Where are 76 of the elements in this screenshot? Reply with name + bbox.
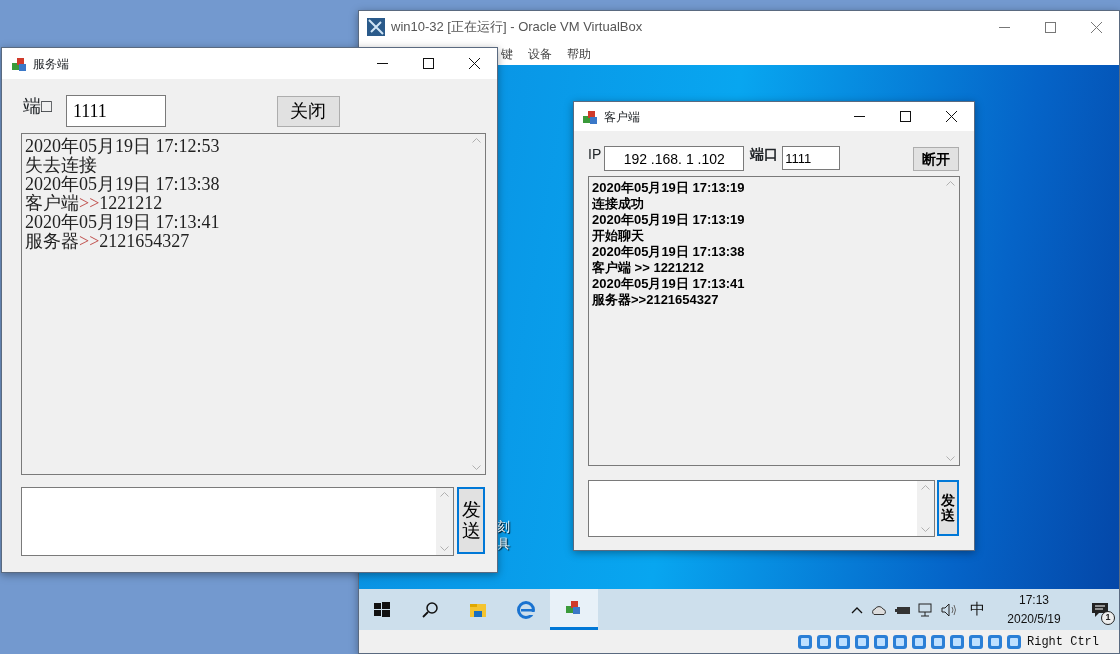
port-label: 端口 — [750, 146, 779, 162]
ip-field[interactable]: 192 .168. 1 .102 — [604, 146, 745, 171]
log-line: 连接成功 — [592, 196, 645, 212]
status-icon[interactable] — [968, 633, 984, 650]
volume-icon[interactable] — [941, 602, 959, 617]
scroll-up-icon[interactable] — [946, 181, 955, 186]
log-line: 服务器>>2121654327 — [592, 292, 720, 308]
scrollbar[interactable] — [917, 481, 934, 536]
status-icon[interactable] — [911, 633, 927, 650]
status-icon[interactable] — [892, 633, 908, 650]
network-icon[interactable] — [918, 602, 934, 617]
notification-icon[interactable] — [1091, 600, 1109, 619]
log-line: 开始聊天 — [592, 228, 645, 244]
scrollbar[interactable] — [436, 488, 453, 555]
status-icon[interactable] — [987, 633, 1003, 650]
host-key-label: Right Ctrl — [1027, 633, 1099, 651]
disconnect-button[interactable]: 断开 — [913, 147, 959, 171]
notification-count: 1 — [1101, 610, 1115, 625]
log-line: 服务器>>2121654327 — [25, 232, 191, 251]
ime-indicator[interactable]: 中 — [970, 598, 985, 621]
clock-date: 2020/5/19 — [1007, 610, 1061, 628]
window-title: win10-32 [正在运行] - Oracle VM VirtualBox — [391, 18, 644, 37]
log-line: 失去连接 — [25, 156, 98, 175]
status-icon[interactable] — [873, 633, 889, 650]
window-title: 服务端 — [33, 55, 70, 73]
log-line: 2020年05月19日 17:13:19 — [592, 212, 746, 228]
menu-item[interactable]: 帮助 — [567, 45, 591, 63]
port-label: 端□ — [23, 95, 52, 117]
scroll-up-icon[interactable] — [921, 485, 930, 490]
maximize-icon[interactable] — [899, 111, 911, 122]
port-field[interactable]: 1111 — [782, 146, 841, 170]
close-icon[interactable] — [468, 58, 480, 69]
send-button[interactable]: 发送 — [457, 487, 485, 554]
log-line: 2020年05月19日 17:13:38 — [25, 175, 221, 194]
status-icon[interactable] — [854, 633, 870, 650]
status-icon[interactable] — [1006, 633, 1022, 650]
ip-label: IP — [588, 146, 602, 162]
status-icon[interactable] — [835, 633, 851, 650]
vm-icon — [367, 18, 385, 36]
search-icon — [421, 600, 439, 619]
cloud-icon[interactable] — [870, 604, 888, 615]
log-line: 2020年05月19日 17:13:41 — [592, 276, 746, 292]
scroll-down-icon[interactable] — [472, 465, 481, 470]
log-line: 客户端 >> 1221212 — [592, 260, 706, 276]
scroll-up-icon[interactable] — [440, 492, 449, 497]
port-field[interactable]: 1111 — [65, 95, 166, 127]
close-icon[interactable] — [945, 111, 957, 122]
status-icon[interactable] — [930, 633, 946, 650]
menu-item[interactable]: 设备 — [528, 45, 552, 63]
menu-item[interactable]: 键 — [501, 45, 513, 63]
browser-icon — [517, 600, 535, 619]
chevron-up-icon[interactable] — [851, 605, 863, 614]
log-line: 2020年05月19日 17:13:38 — [592, 244, 746, 260]
log-line: 2020年05月19日 17:12:53 — [25, 137, 221, 156]
status-icon[interactable] — [797, 633, 813, 650]
status-icon[interactable] — [949, 633, 965, 650]
send-button[interactable]: 发送 — [937, 480, 959, 536]
window-title: 客户端 — [604, 108, 641, 126]
blocks-icon — [582, 108, 598, 125]
close-button[interactable]: 关闭 — [276, 96, 340, 127]
scroll-down-icon[interactable] — [921, 527, 930, 532]
scroll-down-icon[interactable] — [946, 456, 955, 461]
maximize-icon[interactable] — [422, 58, 434, 69]
log-line: 客户端>>1221212 — [25, 194, 164, 213]
scroll-up-icon[interactable] — [472, 138, 481, 143]
clock-time: 17:13 — [1019, 591, 1049, 609]
blocks-icon — [11, 55, 27, 72]
start-icon — [373, 600, 391, 619]
status-icon[interactable] — [816, 633, 832, 650]
log-line: 2020年05月19日 17:13:19 — [592, 180, 746, 196]
log-line: 2020年05月19日 17:13:41 — [25, 213, 221, 232]
clock[interactable]: 17:13 2020/5/19 — [1004, 590, 1064, 629]
scroll-down-icon[interactable] — [440, 546, 449, 551]
blocks-icon — [565, 599, 583, 617]
message-field[interactable] — [21, 487, 454, 556]
message-field[interactable] — [588, 480, 935, 537]
